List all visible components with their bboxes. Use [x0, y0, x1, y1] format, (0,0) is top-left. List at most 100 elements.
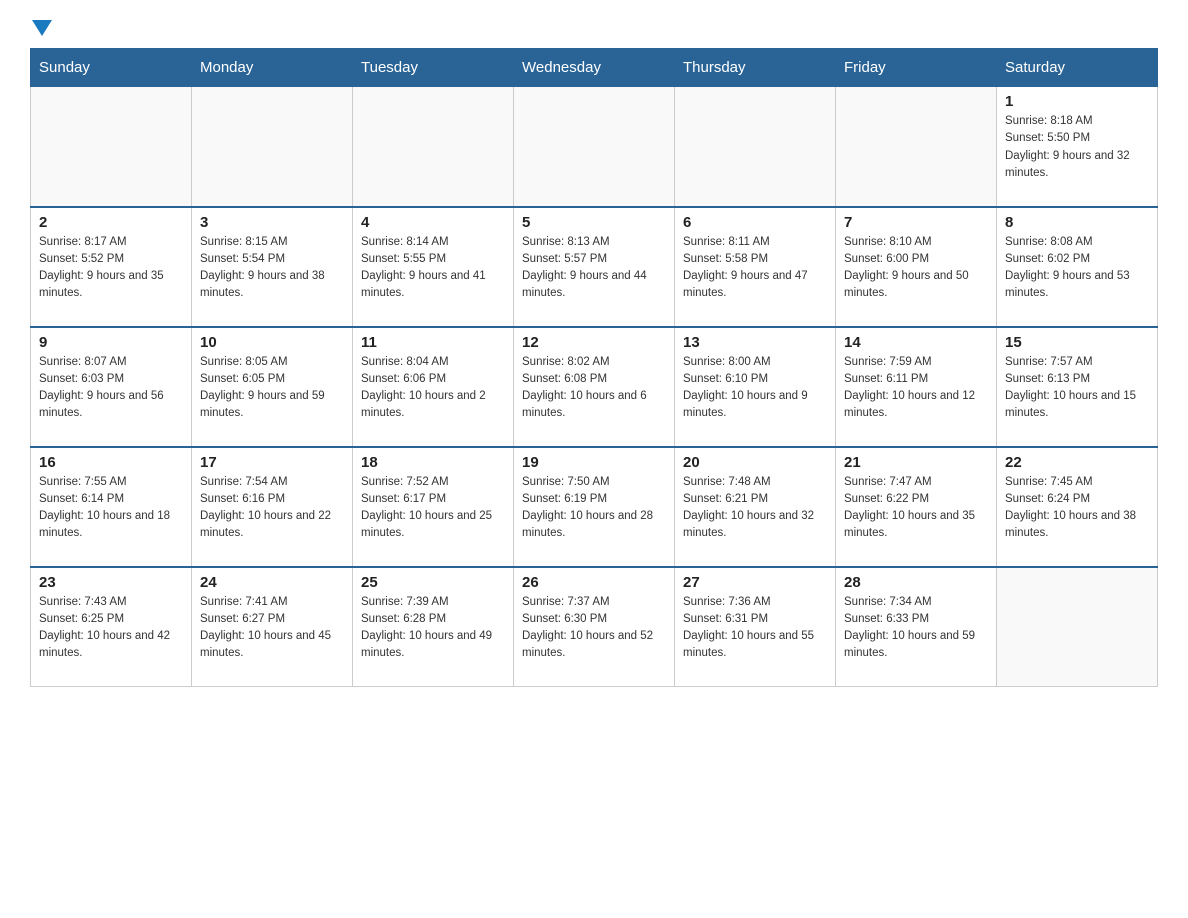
calendar-cell: 1 Sunrise: 8:18 AMSunset: 5:50 PMDaylight…	[997, 87, 1158, 207]
day-number: 15	[1005, 334, 1149, 351]
calendar-header-thursday: Thursday	[675, 49, 836, 87]
calendar-header-wednesday: Wednesday	[514, 49, 675, 87]
day-number: 18	[361, 454, 505, 471]
day-number: 21	[844, 454, 988, 471]
calendar-cell: 25Sunrise: 7:39 AMSunset: 6:28 PMDayligh…	[353, 567, 514, 687]
calendar-cell: 3 Sunrise: 8:15 AMSunset: 5:54 PMDaylight…	[192, 207, 353, 327]
day-number: 23	[39, 574, 183, 591]
page-header	[30, 20, 1158, 38]
day-number: 26	[522, 574, 666, 591]
calendar-header-sunday: Sunday	[31, 49, 192, 87]
calendar-cell: 5 Sunrise: 8:13 AMSunset: 5:57 PMDaylight…	[514, 207, 675, 327]
day-info: Sunrise: 8:00 AMSunset: 6:10 PMDaylight:…	[683, 354, 827, 423]
calendar-header-monday: Monday	[192, 49, 353, 87]
day-number: 2	[39, 214, 183, 231]
calendar-table: SundayMondayTuesdayWednesdayThursdayFrid…	[30, 48, 1158, 687]
day-info: Sunrise: 7:37 AMSunset: 6:30 PMDaylight:…	[522, 594, 666, 663]
calendar-header-saturday: Saturday	[997, 49, 1158, 87]
calendar-week-row: 1 Sunrise: 8:18 AMSunset: 5:50 PMDaylight…	[31, 87, 1158, 207]
day-info: Sunrise: 7:45 AMSunset: 6:24 PMDaylight:…	[1005, 474, 1149, 543]
calendar-header-row: SundayMondayTuesdayWednesdayThursdayFrid…	[31, 49, 1158, 87]
day-number: 8	[1005, 214, 1149, 231]
logo	[30, 20, 52, 38]
calendar-cell	[192, 87, 353, 207]
day-number: 14	[844, 334, 988, 351]
day-number: 6	[683, 214, 827, 231]
calendar-cell	[31, 87, 192, 207]
day-number: 1	[1005, 93, 1149, 110]
day-info: Sunrise: 8:07 AMSunset: 6:03 PMDaylight:…	[39, 354, 183, 423]
calendar-cell	[353, 87, 514, 207]
day-number: 17	[200, 454, 344, 471]
day-info: Sunrise: 8:13 AMSunset: 5:57 PMDaylight:…	[522, 234, 666, 303]
day-number: 28	[844, 574, 988, 591]
calendar-header-friday: Friday	[836, 49, 997, 87]
calendar-cell	[836, 87, 997, 207]
calendar-header-tuesday: Tuesday	[353, 49, 514, 87]
calendar-week-row: 9 Sunrise: 8:07 AMSunset: 6:03 PMDaylight…	[31, 327, 1158, 447]
day-number: 7	[844, 214, 988, 231]
day-info: Sunrise: 7:47 AMSunset: 6:22 PMDaylight:…	[844, 474, 988, 543]
day-info: Sunrise: 7:57 AMSunset: 6:13 PMDaylight:…	[1005, 354, 1149, 423]
logo-triangle-icon	[32, 20, 52, 36]
day-info: Sunrise: 7:55 AMSunset: 6:14 PMDaylight:…	[39, 474, 183, 543]
day-info: Sunrise: 7:34 AMSunset: 6:33 PMDaylight:…	[844, 594, 988, 663]
calendar-cell: 18 Sunrise: 7:52 AMSunset: 6:17 PMDayligh…	[353, 447, 514, 567]
day-number: 10	[200, 334, 344, 351]
calendar-cell: 9 Sunrise: 8:07 AMSunset: 6:03 PMDaylight…	[31, 327, 192, 447]
calendar-cell: 19 Sunrise: 7:50 AMSunset: 6:19 PMDayligh…	[514, 447, 675, 567]
day-number: 16	[39, 454, 183, 471]
calendar-cell: 17Sunrise: 7:54 AMSunset: 6:16 PMDayligh…	[192, 447, 353, 567]
calendar-cell: 6 Sunrise: 8:11 AMSunset: 5:58 PMDaylight…	[675, 207, 836, 327]
day-info: Sunrise: 8:02 AMSunset: 6:08 PMDaylight:…	[522, 354, 666, 423]
day-info: Sunrise: 8:14 AMSunset: 5:55 PMDaylight:…	[361, 234, 505, 303]
calendar-cell: 27 Sunrise: 7:36 AMSunset: 6:31 PMDayligh…	[675, 567, 836, 687]
day-info: Sunrise: 8:11 AMSunset: 5:58 PMDaylight:…	[683, 234, 827, 303]
day-number: 19	[522, 454, 666, 471]
day-info: Sunrise: 7:59 AMSunset: 6:11 PMDaylight:…	[844, 354, 988, 423]
day-number: 24	[200, 574, 344, 591]
calendar-cell: 22Sunrise: 7:45 AMSunset: 6:24 PMDayligh…	[997, 447, 1158, 567]
day-info: Sunrise: 7:50 AMSunset: 6:19 PMDaylight:…	[522, 474, 666, 543]
day-info: Sunrise: 7:48 AMSunset: 6:21 PMDaylight:…	[683, 474, 827, 543]
calendar-cell: 28 Sunrise: 7:34 AMSunset: 6:33 PMDayligh…	[836, 567, 997, 687]
day-info: Sunrise: 8:15 AMSunset: 5:54 PMDaylight:…	[200, 234, 344, 303]
day-info: Sunrise: 8:18 AMSunset: 5:50 PMDaylight:…	[1005, 113, 1149, 182]
calendar-cell	[997, 567, 1158, 687]
day-info: Sunrise: 7:43 AMSunset: 6:25 PMDaylight:…	[39, 594, 183, 663]
calendar-cell: 13 Sunrise: 8:00 AMSunset: 6:10 PMDayligh…	[675, 327, 836, 447]
calendar-cell: 7 Sunrise: 8:10 AMSunset: 6:00 PMDaylight…	[836, 207, 997, 327]
day-number: 27	[683, 574, 827, 591]
calendar-cell: 20 Sunrise: 7:48 AMSunset: 6:21 PMDayligh…	[675, 447, 836, 567]
day-info: Sunrise: 8:04 AMSunset: 6:06 PMDaylight:…	[361, 354, 505, 423]
calendar-cell: 16 Sunrise: 7:55 AMSunset: 6:14 PMDayligh…	[31, 447, 192, 567]
day-number: 5	[522, 214, 666, 231]
day-number: 13	[683, 334, 827, 351]
day-info: Sunrise: 7:52 AMSunset: 6:17 PMDaylight:…	[361, 474, 505, 543]
calendar-cell: 10 Sunrise: 8:05 AMSunset: 6:05 PMDayligh…	[192, 327, 353, 447]
calendar-cell: 24Sunrise: 7:41 AMSunset: 6:27 PMDayligh…	[192, 567, 353, 687]
day-number: 3	[200, 214, 344, 231]
calendar-cell	[675, 87, 836, 207]
calendar-week-row: 23 Sunrise: 7:43 AMSunset: 6:25 PMDayligh…	[31, 567, 1158, 687]
day-info: Sunrise: 7:39 AMSunset: 6:28 PMDaylight:…	[361, 594, 505, 663]
day-info: Sunrise: 8:10 AMSunset: 6:00 PMDaylight:…	[844, 234, 988, 303]
calendar-cell: 14 Sunrise: 7:59 AMSunset: 6:11 PMDayligh…	[836, 327, 997, 447]
day-info: Sunrise: 8:05 AMSunset: 6:05 PMDaylight:…	[200, 354, 344, 423]
day-info: Sunrise: 8:08 AMSunset: 6:02 PMDaylight:…	[1005, 234, 1149, 303]
day-number: 9	[39, 334, 183, 351]
calendar-week-row: 16 Sunrise: 7:55 AMSunset: 6:14 PMDayligh…	[31, 447, 1158, 567]
day-info: Sunrise: 7:36 AMSunset: 6:31 PMDaylight:…	[683, 594, 827, 663]
calendar-cell: 8 Sunrise: 8:08 AMSunset: 6:02 PMDaylight…	[997, 207, 1158, 327]
day-number: 20	[683, 454, 827, 471]
calendar-cell: 26 Sunrise: 7:37 AMSunset: 6:30 PMDayligh…	[514, 567, 675, 687]
calendar-cell: 21 Sunrise: 7:47 AMSunset: 6:22 PMDayligh…	[836, 447, 997, 567]
day-number: 11	[361, 334, 505, 351]
calendar-week-row: 2Sunrise: 8:17 AMSunset: 5:52 PMDaylight…	[31, 207, 1158, 327]
calendar-cell: 2Sunrise: 8:17 AMSunset: 5:52 PMDaylight…	[31, 207, 192, 327]
calendar-cell: 4Sunrise: 8:14 AMSunset: 5:55 PMDaylight…	[353, 207, 514, 327]
day-number: 12	[522, 334, 666, 351]
calendar-cell: 15 Sunrise: 7:57 AMSunset: 6:13 PMDayligh…	[997, 327, 1158, 447]
calendar-cell: 12 Sunrise: 8:02 AMSunset: 6:08 PMDayligh…	[514, 327, 675, 447]
calendar-cell: 23 Sunrise: 7:43 AMSunset: 6:25 PMDayligh…	[31, 567, 192, 687]
